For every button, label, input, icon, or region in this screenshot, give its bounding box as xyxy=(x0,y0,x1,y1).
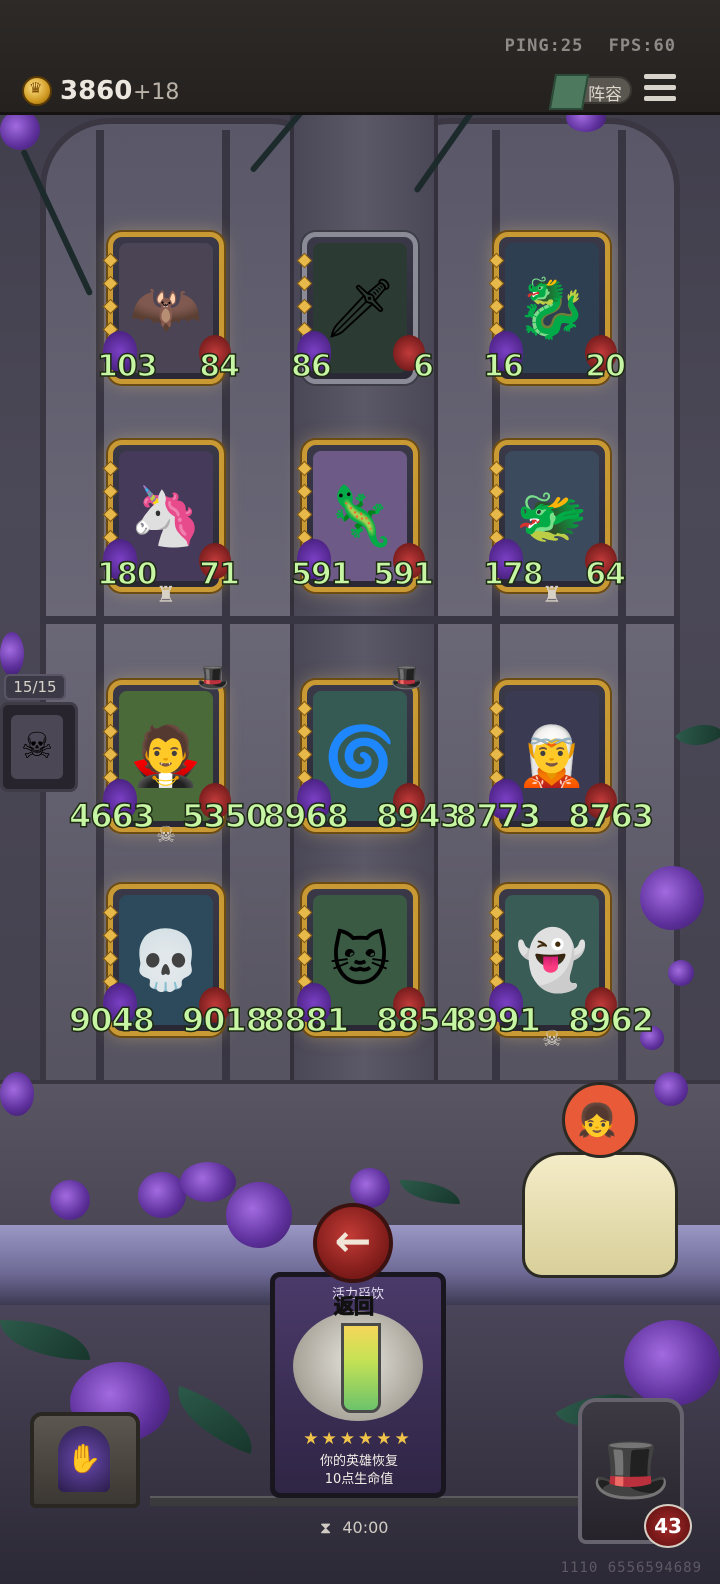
window-transom xyxy=(40,616,680,624)
hero-health: 8854 xyxy=(375,1000,463,1040)
hero-health: 591 xyxy=(373,556,435,593)
tribe-icon: ☠ xyxy=(156,823,176,848)
rose xyxy=(0,632,24,676)
hero-attack: 591 xyxy=(290,556,352,593)
top-bar: PING:25 FPS:60 3860 +18 阵容 xyxy=(0,0,720,115)
rose xyxy=(350,1168,390,1208)
hero-card[interactable]: 🦎 591 591 xyxy=(290,440,435,593)
hero-card[interactable]: 🌀 🎩 8968 8943 xyxy=(262,663,463,836)
hero-attack: 86 xyxy=(290,348,332,385)
ping-readout: PING:25 xyxy=(504,36,584,56)
hero-card[interactable]: 🧝 8773 8763 xyxy=(454,680,655,836)
bench-slot[interactable]: ☠ xyxy=(0,702,78,792)
spell-desc-line2: 10点生命值 xyxy=(324,1472,394,1487)
spell-desc-line1: 你的英雄恢复 xyxy=(319,1454,398,1469)
player-id: 1110 6556594689 xyxy=(560,1560,702,1576)
hero-card[interactable]: 👻 ☠ 8991 8962 xyxy=(454,884,655,1052)
bench-count: 15/15 xyxy=(4,674,66,700)
gold-income: +18 xyxy=(133,80,180,105)
rose xyxy=(138,1172,186,1218)
hero-card[interactable]: 🦇 103 84 xyxy=(96,232,241,385)
hero-attack: 9048 xyxy=(68,1000,156,1040)
bench-hero-portrait: ☠ xyxy=(11,715,63,779)
hand-icon: ✋ xyxy=(58,1426,110,1492)
hero-attack: 8991 xyxy=(454,1000,542,1040)
hero-health: 64 xyxy=(585,556,627,593)
hero-attack: 178 xyxy=(482,556,544,593)
player-health-badge: 43 xyxy=(644,1504,692,1548)
menu-button[interactable] xyxy=(644,74,676,104)
hero-attack: 8968 xyxy=(262,796,350,836)
rose xyxy=(624,1320,720,1406)
back-label: 返回 xyxy=(334,1294,375,1319)
rose xyxy=(668,960,694,986)
rose xyxy=(180,1162,236,1202)
hero-card[interactable]: 🦄 ♜ 180 71 xyxy=(96,440,241,608)
rose xyxy=(0,1072,34,1116)
hero-attack: 103 xyxy=(96,348,158,385)
spell-card-description: 你的英雄恢复 10点生命值 xyxy=(281,1453,437,1489)
rose xyxy=(0,110,40,150)
rose xyxy=(226,1182,292,1248)
spell-card-stars: ★★★★★★ xyxy=(303,1429,413,1449)
treasure-chest[interactable]: ✋ xyxy=(30,1412,140,1508)
lineup-label: 阵容 xyxy=(588,85,622,105)
hero-attack: 4663 xyxy=(68,796,156,836)
hero-attack: 8881 xyxy=(262,1000,350,1040)
hero-attack: 16 xyxy=(482,348,524,385)
hero-health: 8763 xyxy=(567,796,655,836)
menu-icon xyxy=(644,74,676,79)
hero-attack: 8773 xyxy=(454,796,542,836)
timer-value: 40:00 xyxy=(342,1518,389,1537)
shopkeeper-avatar: 👧 xyxy=(562,1082,638,1158)
drink-glass-icon xyxy=(293,1311,423,1421)
hero-attack: 180 xyxy=(96,556,158,593)
turn-timer: ⧗ 40:00 xyxy=(320,1518,388,1538)
top-hat-icon: 🎩 xyxy=(196,663,229,693)
gold-amount: 3860 xyxy=(60,76,133,106)
hero-health: 71 xyxy=(199,556,241,593)
hero-health: 6 xyxy=(412,348,434,385)
hero-card[interactable]: 🧛 🎩 ☠ 4663 5350 xyxy=(68,663,269,848)
hero-health: 5350 xyxy=(181,796,269,836)
lineup-button[interactable]: 阵容 xyxy=(548,74,632,110)
top-hat-icon: 🎩 xyxy=(390,663,423,693)
lineup-book-icon xyxy=(548,74,590,110)
hero-health: 20 xyxy=(585,348,627,385)
hero-card[interactable]: 🐉 16 20 xyxy=(482,232,627,385)
back-button[interactable]: ← xyxy=(313,1203,393,1283)
hourglass-icon: ⧗ xyxy=(320,1518,332,1537)
shopkeeper-character[interactable]: 👧 xyxy=(522,1082,682,1292)
fps-readout: FPS:60 xyxy=(608,36,676,56)
scooter xyxy=(522,1152,678,1278)
hero-health: 84 xyxy=(199,348,241,385)
rose xyxy=(50,1180,90,1220)
network-stats: PING:25 FPS:60 xyxy=(491,36,676,56)
hero-card[interactable]: 💀 9048 9018 xyxy=(68,884,269,1040)
hero-health: 8943 xyxy=(375,796,463,836)
gold-coin-icon xyxy=(22,76,52,106)
hero-card[interactable]: 🗡 86 6 xyxy=(290,232,435,385)
hero-card[interactable]: 🐱 8881 8854 xyxy=(262,884,463,1040)
rose xyxy=(640,866,704,930)
tribe-icon: ☠ xyxy=(542,1027,562,1052)
hero-health: 8962 xyxy=(567,1000,655,1040)
hero-card[interactable]: 🐲 ♜ 178 64 xyxy=(482,440,627,608)
hero-health: 9018 xyxy=(181,1000,269,1040)
